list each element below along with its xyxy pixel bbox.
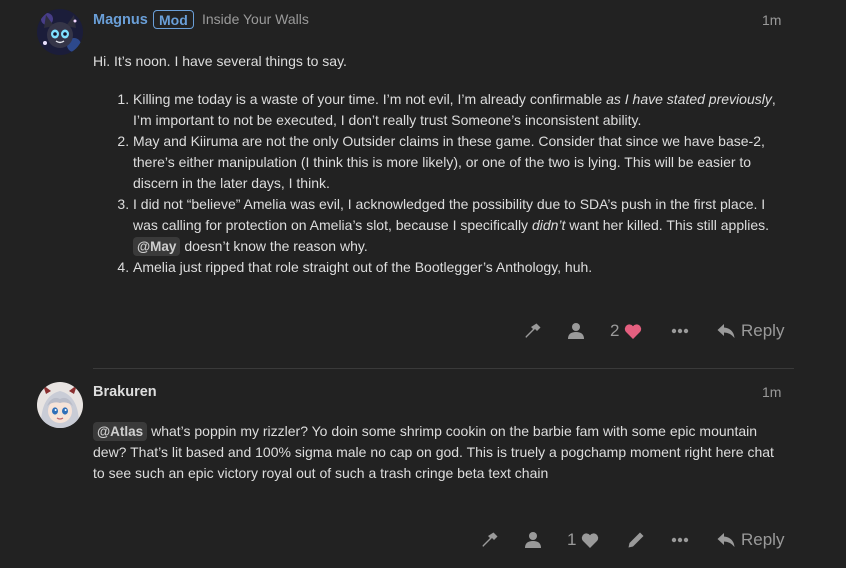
pencil-icon: [628, 532, 644, 548]
heart-icon: [625, 323, 642, 339]
avatar-magnus[interactable]: [37, 9, 83, 55]
list-text: May and Kiiruma are not the only Outside…: [133, 133, 765, 191]
ellipsis-icon: [671, 537, 689, 543]
list-text: Amelia just ripped that role straight ou…: [133, 259, 593, 275]
post-magnus: Magnus Mod Inside Your Walls 1m Hi. It’s…: [0, 0, 846, 368]
heart-icon: [582, 532, 599, 548]
more-options-button[interactable]: [671, 316, 689, 346]
user-button[interactable]: [567, 316, 585, 346]
username-brakuren[interactable]: Brakuren: [93, 384, 157, 400]
post-body: @Atlas what’s poppin my rizzler? Yo doin…: [93, 421, 783, 484]
edit-button[interactable]: [627, 525, 645, 555]
post-time[interactable]: 1m: [762, 12, 781, 28]
wrench-icon: [525, 323, 541, 338]
ellipsis-icon: [671, 328, 689, 334]
list-item: Killing me today is a waste of your time…: [133, 89, 783, 131]
avatar-brakuren[interactable]: [37, 382, 83, 428]
reply-button[interactable]: Reply: [717, 525, 784, 555]
post-brakuren: Brakuren 1m @Atlas what’s poppin my rizz…: [0, 369, 846, 568]
user-icon: [525, 532, 541, 548]
list-emphasis: didn’t: [531, 217, 566, 233]
post-actions: 2 Reply: [0, 316, 846, 346]
list-item: I did not “believe” Amelia was evil, I a…: [133, 194, 783, 257]
reply-label: Reply: [741, 321, 785, 340]
post-list: Killing me today is a waste of your time…: [93, 89, 783, 278]
like-count: 1: [567, 530, 577, 549]
reply-label: Reply: [741, 530, 785, 549]
list-emphasis: as I have stated previously: [606, 91, 772, 107]
mention-atlas[interactable]: @Atlas: [93, 422, 148, 441]
post-body: Hi. It’s noon. I have several things to …: [93, 51, 783, 278]
list-item: May and Kiiruma are not the only Outside…: [133, 131, 783, 194]
mod-badge: Mod: [153, 10, 194, 29]
list-text: want her killed. This still applies.: [565, 217, 770, 233]
admin-wrench-button[interactable]: [524, 316, 542, 346]
admin-wrench-button[interactable]: [481, 525, 499, 555]
post-time[interactable]: 1m: [762, 384, 781, 400]
user-title: Inside Your Walls: [202, 11, 309, 27]
reply-icon: [717, 533, 735, 547]
username-magnus[interactable]: Magnus: [93, 12, 148, 28]
wrench-icon: [482, 532, 498, 547]
post-paragraph: @Atlas what’s poppin my rizzler? Yo doin…: [93, 421, 783, 484]
list-item: Amelia just ripped that role straight ou…: [133, 257, 783, 278]
user-icon: [568, 323, 584, 339]
post-intro: Hi. It’s noon. I have several things to …: [93, 53, 347, 69]
like-button[interactable]: 1: [567, 525, 599, 555]
mention-may[interactable]: @May: [133, 237, 181, 256]
like-count: 2: [610, 321, 620, 340]
list-text: doesn’t know the reason why.: [180, 238, 368, 254]
reply-icon: [717, 324, 735, 338]
post-actions: 1 Reply: [0, 525, 846, 555]
like-button[interactable]: 2: [610, 316, 642, 346]
post-text: what’s poppin my rizzler? Yo doin some s…: [93, 423, 774, 481]
user-button[interactable]: [524, 525, 542, 555]
reply-button[interactable]: Reply: [717, 316, 784, 346]
more-options-button[interactable]: [671, 525, 689, 555]
list-text: Killing me today is a waste of your time…: [133, 91, 607, 107]
